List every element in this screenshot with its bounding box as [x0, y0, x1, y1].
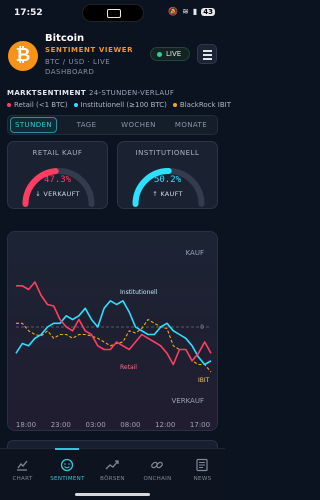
series-label-retail: Retail [120, 364, 137, 371]
nav-item-boersen[interactable]: BÖRSEN [90, 449, 135, 489]
trend-icon [105, 460, 119, 470]
app-title: Bitcoin [45, 33, 85, 44]
pair-line: BTC / USD · LIVE DASHBOARD [45, 58, 111, 76]
signal-icon: ▮ [192, 7, 198, 16]
screen-icon [107, 9, 121, 18]
gauge-direction: ↑ KAUFT [152, 190, 183, 198]
live-badge: LIVE [150, 47, 190, 61]
tab-wochen[interactable]: WOCHEN [115, 116, 162, 134]
menu-icon [203, 50, 212, 52]
nav-item-chart[interactable]: CHART [0, 449, 45, 489]
battery-icon: 43 [201, 7, 215, 16]
gauge-value: 50.2% [153, 175, 182, 185]
x-tick-label: 23:00 [51, 421, 71, 429]
x-tick-label: 12:00 [155, 421, 175, 429]
gauge-direction: ↓ VERKAUFT [35, 190, 80, 198]
zero-label: 0 [200, 324, 204, 331]
next-card-peek [7, 440, 218, 448]
status-icons: 🔕 ≋ ▮ 43 [168, 7, 215, 16]
menu-button[interactable] [197, 44, 217, 64]
chart-legend: Retail (<1 BTC) Institutionell (≥100 BTC… [7, 101, 231, 109]
series-label-ibit: IBIT [198, 377, 210, 384]
legend-dot [73, 103, 78, 107]
sentiment-line-chart: 0 KAUF VERKAUF Institutionell Retail IBI… [8, 232, 217, 430]
timeframe-tabs: STUNDEN TAGE WOCHEN MONATE [7, 115, 218, 135]
gauge-value: 47.3% [43, 175, 72, 185]
x-tick-label: 18:00 [16, 421, 36, 429]
legend-item-retail: Retail (<1 BTC) [7, 101, 68, 109]
tab-tage[interactable]: TAGE [63, 116, 110, 134]
tab-stunden[interactable]: STUNDEN [10, 117, 57, 133]
legend-item-institutional: Institutionell (≥100 BTC) [73, 101, 167, 109]
series-label-institutionell: Institutionell [120, 289, 158, 296]
live-label: LIVE [166, 50, 182, 58]
y-top-label: KAUF [186, 249, 204, 257]
tab-monate[interactable]: MONATE [167, 116, 215, 134]
x-tick-label: 08:00 [120, 421, 140, 429]
institutional-gauge-card: INSTITUTIONELL 50.2% ↑ KAUFT [117, 141, 218, 209]
status-bar: 17:52 🔕 ≋ ▮ 43 [0, 0, 225, 26]
legend-dot [172, 103, 177, 107]
dynamic-island [82, 4, 144, 22]
x-tick-label: 17:00 [190, 421, 210, 429]
nav-item-onchain[interactable]: ONCHAIN [135, 449, 180, 489]
retail-gauge-card: RETAIL KAUF 47.3% ↓ VERKAUFT [7, 141, 108, 209]
home-indicator [75, 493, 150, 496]
app-subtitle: SENTIMENT VIEWER [45, 46, 134, 54]
bitcoin-logo-icon: ₿ [8, 41, 38, 71]
chart-icon [17, 460, 28, 471]
nav-item-news[interactable]: NEWS [180, 449, 225, 489]
legend-item-ibit: BlackRock IBIT [172, 101, 231, 109]
news-icon [196, 458, 208, 472]
nav-item-sentiment[interactable]: SENTIMENT [45, 449, 90, 489]
smile-icon [60, 458, 74, 472]
section-subtitle: 24-STUNDEN-VERLAUF [89, 89, 175, 97]
bell-off-icon: 🔕 [168, 7, 179, 16]
x-tick-label: 03:00 [86, 421, 106, 429]
y-bottom-label: VERKAUF [172, 397, 204, 405]
section-title: MARKTSENTIMENT [7, 89, 87, 97]
wifi-icon: ≋ [182, 7, 189, 16]
link-icon [151, 461, 163, 469]
legend-dot [7, 103, 11, 107]
status-time: 17:52 [14, 8, 43, 18]
sentiment-chart-card: 0 KAUF VERKAUF Institutionell Retail IBI… [7, 231, 218, 431]
live-dot-icon [157, 52, 162, 57]
